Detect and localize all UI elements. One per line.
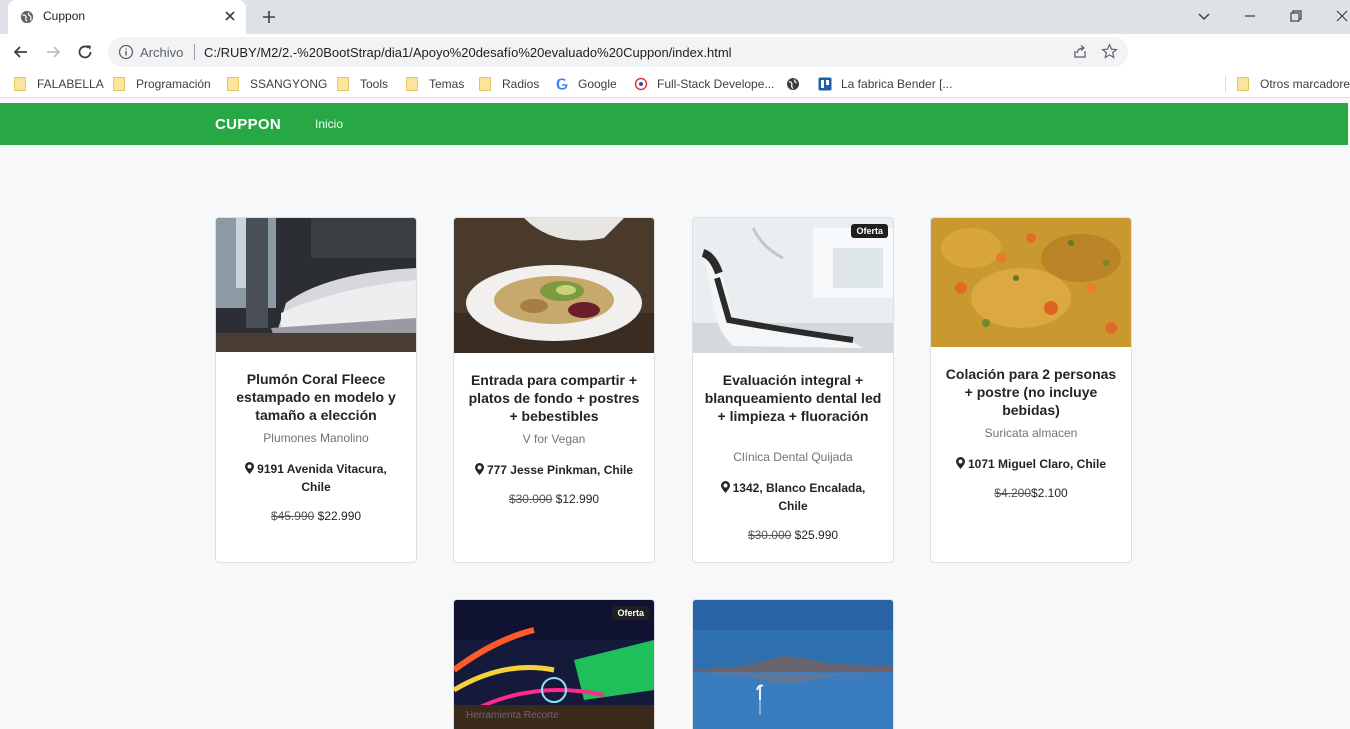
deal-price: $45.990 $22.990 xyxy=(226,509,406,523)
browser-toolbar: Archivo C:/RUBY/M2/2.-%20BootStrap/dia1/… xyxy=(0,34,1350,94)
old-price: $30.000 xyxy=(747,528,792,542)
deal-card[interactable]: Colación para 2 personas + postre (no in… xyxy=(930,217,1132,563)
deal-image-bedroom xyxy=(216,218,416,352)
old-price: $45.990 xyxy=(270,509,315,523)
folder-icon xyxy=(113,77,125,91)
fullstack-icon xyxy=(634,77,648,91)
snipping-tool-overlay: Herramienta Recorte xyxy=(466,710,559,721)
omnibox-separator xyxy=(194,44,195,60)
deal-price: $30.000 $12.990 xyxy=(464,492,644,506)
old-price: $4.200 xyxy=(994,486,1031,500)
offer-badge: Oferta xyxy=(851,224,888,238)
bookmark-google[interactable]: Google xyxy=(555,76,617,92)
tab-title: Cuppon xyxy=(43,9,86,23)
deal-price: $30.000 $25.990 xyxy=(703,528,883,542)
info-icon[interactable] xyxy=(118,44,134,60)
protocol-label: Archivo xyxy=(140,45,184,60)
google-icon xyxy=(556,78,568,90)
deal-address: 1071 Miguel Claro, Chile xyxy=(951,455,1111,473)
brand-logo[interactable]: CUPPON xyxy=(215,116,281,133)
bookmark-ssangyong[interactable]: SSANGYONG xyxy=(227,76,327,92)
deal-image-vegan-dish xyxy=(454,218,654,353)
bookmark-otros-marcadores[interactable]: Otros marcadore xyxy=(1237,76,1350,92)
reload-icon[interactable] xyxy=(75,42,95,62)
deal-shop: Suricata almacen xyxy=(984,426,1078,440)
deal-price: $4.200$2.100 xyxy=(941,486,1121,500)
folder-icon xyxy=(479,77,491,91)
deal-shop: V for Vegan xyxy=(522,432,586,446)
bookmark-tools[interactable]: Tools xyxy=(337,76,388,92)
deal-title[interactable]: Evaluación integral + blanqueamiento den… xyxy=(703,371,883,425)
back-arrow-icon[interactable] xyxy=(11,42,31,62)
deal-card[interactable]: Oferta Evaluación integral + blanqueamie… xyxy=(692,217,894,563)
deal-image-food-stew xyxy=(931,218,1131,347)
bookmark-radios[interactable]: Radios xyxy=(479,76,539,92)
deal-image-salt-flat-lake xyxy=(693,600,893,729)
deal-address: 9191 Avenida Vitacura, Chile xyxy=(236,460,396,496)
close-tab-icon[interactable] xyxy=(222,8,238,24)
deal-address: 777 Jesse Pinkman, Chile xyxy=(474,461,634,479)
site-navbar: CUPPON Inicio xyxy=(0,103,1348,145)
old-price: $30.000 xyxy=(508,492,553,506)
folder-icon xyxy=(14,77,26,91)
folder-icon xyxy=(406,77,418,91)
deal-title[interactable]: Colación para 2 personas + postre (no in… xyxy=(941,365,1121,419)
bookmark-programacion[interactable]: Programación xyxy=(113,76,211,92)
deal-shop: Clínica Dental Quijada xyxy=(733,450,853,464)
deal-card[interactable] xyxy=(692,599,894,729)
globe-icon xyxy=(20,10,34,24)
folder-icon xyxy=(227,77,239,91)
tab-search-icon[interactable] xyxy=(1194,6,1214,26)
bookmark-fabrica-bender[interactable]: La fabrica Bender [... xyxy=(818,76,952,92)
deal-card[interactable]: Plumón Coral Fleece estampado en modelo … xyxy=(215,217,417,563)
new-price: $22.990 xyxy=(317,509,362,523)
url-text[interactable]: C:/RUBY/M2/2.-%20BootStrap/dia1/Apoyo%20… xyxy=(204,45,732,60)
bookmarks-divider xyxy=(1225,76,1226,92)
deal-image-dental-chair xyxy=(693,218,893,353)
bookmark-globe[interactable] xyxy=(786,76,809,92)
map-marker-icon xyxy=(474,463,484,475)
new-price: $25.990 xyxy=(794,528,839,542)
new-price: $12.990 xyxy=(555,492,600,506)
bookmark-fullstack[interactable]: Full-Stack Develope... xyxy=(634,76,774,92)
deal-card[interactable]: Entrada para compartir + platos de fondo… xyxy=(453,217,655,563)
deal-title[interactable]: Entrada para compartir + platos de fondo… xyxy=(464,371,644,425)
tab-strip: Cuppon xyxy=(0,0,1350,34)
bookmark-star-icon[interactable] xyxy=(1101,43,1118,60)
offer-badge: Oferta xyxy=(612,606,649,620)
bookmarks-bar: FALABELLA Programación SSANGYONG Tools T… xyxy=(0,70,1350,98)
trello-icon xyxy=(818,77,832,91)
forward-arrow-icon[interactable] xyxy=(43,42,63,62)
bookmark-falabella[interactable]: FALABELLA xyxy=(14,76,104,92)
restore-icon[interactable] xyxy=(1286,6,1306,26)
folder-icon xyxy=(1237,77,1249,91)
minimize-icon[interactable] xyxy=(1240,6,1260,26)
globe-icon xyxy=(787,78,799,90)
new-price: $2.100 xyxy=(1031,486,1068,500)
deal-address: 1342, Blanco Encalada, Chile xyxy=(713,479,873,515)
deal-shop: Plumones Manolino xyxy=(263,431,369,445)
address-bar[interactable]: Archivo C:/RUBY/M2/2.-%20BootStrap/dia1/… xyxy=(108,37,1128,67)
browser-tab[interactable]: Cuppon xyxy=(8,0,246,34)
share-icon[interactable] xyxy=(1072,44,1088,60)
new-tab-icon[interactable] xyxy=(260,8,278,26)
nav-link-inicio[interactable]: Inicio xyxy=(315,117,343,131)
deal-title[interactable]: Plumón Coral Fleece estampado en modelo … xyxy=(226,370,406,424)
map-marker-icon xyxy=(720,481,730,493)
map-marker-icon xyxy=(245,462,255,474)
close-window-icon[interactable] xyxy=(1332,6,1350,26)
bookmark-temas[interactable]: Temas xyxy=(406,76,464,92)
folder-icon xyxy=(337,77,349,91)
map-marker-icon xyxy=(955,457,965,469)
